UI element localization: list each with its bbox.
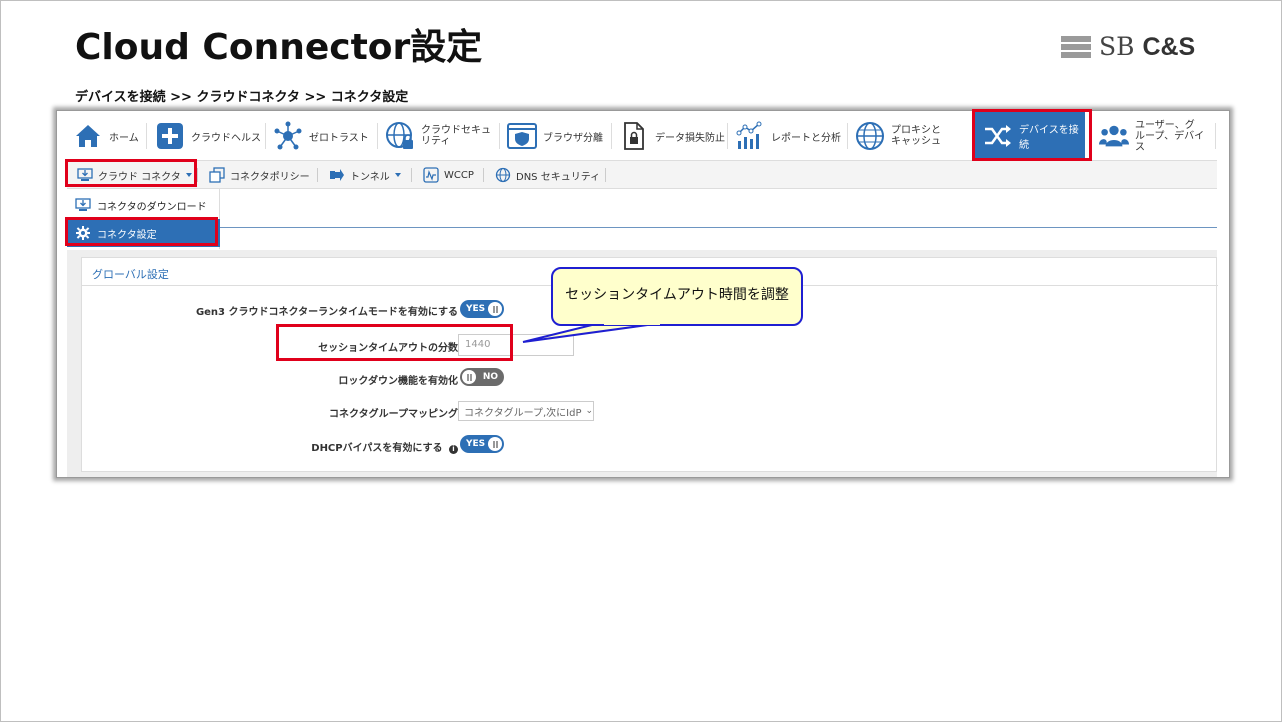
nav-item-zero-trust[interactable]: ゼロトラスト — [273, 111, 369, 161]
highlight-connector-settings — [65, 217, 218, 246]
wccp-icon — [423, 167, 439, 183]
subnav-wccp[interactable]: WCCP — [423, 161, 474, 189]
gen3-runtime-label: Gen3 クラウドコネクターランタイムモードを有効にする — [195, 307, 458, 318]
nav-item-reports[interactable]: レポートと分析 — [735, 111, 841, 161]
company-logo: SB C&S — [1061, 32, 1195, 62]
logo-sb: SB — [1099, 32, 1135, 61]
home-icon — [73, 121, 103, 151]
subnav-tunnel[interactable]: トンネル — [329, 161, 401, 189]
browser-shield-icon — [507, 121, 537, 151]
nav-item-dlp[interactable]: データ損失防止 — [619, 111, 725, 161]
divider-line — [220, 227, 1217, 228]
nav-item-browser-isolation[interactable]: ブラウザ分離 — [507, 111, 603, 161]
dns-globe-icon — [495, 167, 511, 183]
tunnel-icon — [329, 167, 345, 183]
menu-item-connector-download[interactable]: コネクタのダウンロード — [67, 191, 220, 219]
info-icon[interactable]: i — [449, 445, 458, 454]
chevron-down-icon — [394, 173, 401, 177]
lockdown-label: ロックダウン機能を有効化 — [338, 376, 458, 387]
subnav-dns-security[interactable]: DNS セキュリティ — [495, 161, 600, 189]
highlight-connect-devices — [972, 109, 1092, 161]
plus-icon — [155, 121, 185, 151]
subnav-connector-policy[interactable]: コネクタポリシー — [209, 161, 310, 189]
chevron-down-icon: ⌄ — [585, 406, 594, 416]
nav-item-cloud-security[interactable]: クラウドセキュ リティ — [385, 111, 491, 161]
nav-item-home[interactable]: ホーム — [73, 111, 139, 161]
logo-cs: C&S — [1142, 33, 1196, 61]
group-mapping-select[interactable]: コネクタグループ,次にIdP ⌄ — [458, 401, 594, 421]
logo-bars-icon — [1061, 36, 1091, 58]
document-lock-icon — [619, 121, 649, 151]
highlight-session-timeout — [276, 324, 513, 361]
globe-lock-icon — [385, 121, 415, 151]
breadcrumb: デバイスを接続 >> クラウドコネクタ >> コネクタ設定 — [75, 90, 409, 105]
lockdown-toggle[interactable]: NO — [460, 368, 504, 386]
network-icon — [273, 121, 303, 151]
dhcp-bypass-label: DHCPバイパスを有効にする i — [311, 439, 458, 454]
slide-title: Cloud Connector設定 — [75, 27, 483, 68]
nav-item-cloud-health[interactable]: クラウドヘルス — [155, 111, 261, 161]
users-icon — [1099, 121, 1129, 151]
nav-item-users-groups-devices[interactable]: ユーザー、グ ループ、デバイス — [1099, 111, 1204, 161]
policy-icon — [209, 167, 225, 183]
highlight-cloud-connector — [65, 159, 197, 187]
sub-nav: クラウド コネクタ コネクタポリシー トンネル WCCP DNS セキュリティ — [67, 161, 1217, 189]
dhcp-bypass-toggle[interactable]: YES — [460, 435, 504, 453]
globe-icon — [855, 121, 885, 151]
gen3-runtime-toggle[interactable]: YES — [460, 300, 504, 318]
nav-item-proxy-cache[interactable]: プロキシと キャッシュ — [855, 111, 941, 161]
download-monitor-icon — [75, 197, 91, 213]
analytics-icon — [735, 121, 765, 151]
group-mapping-label: コネクタグループマッピング — [329, 409, 458, 420]
callout-note: セッションタイムアウト時間を調整 — [551, 267, 803, 326]
